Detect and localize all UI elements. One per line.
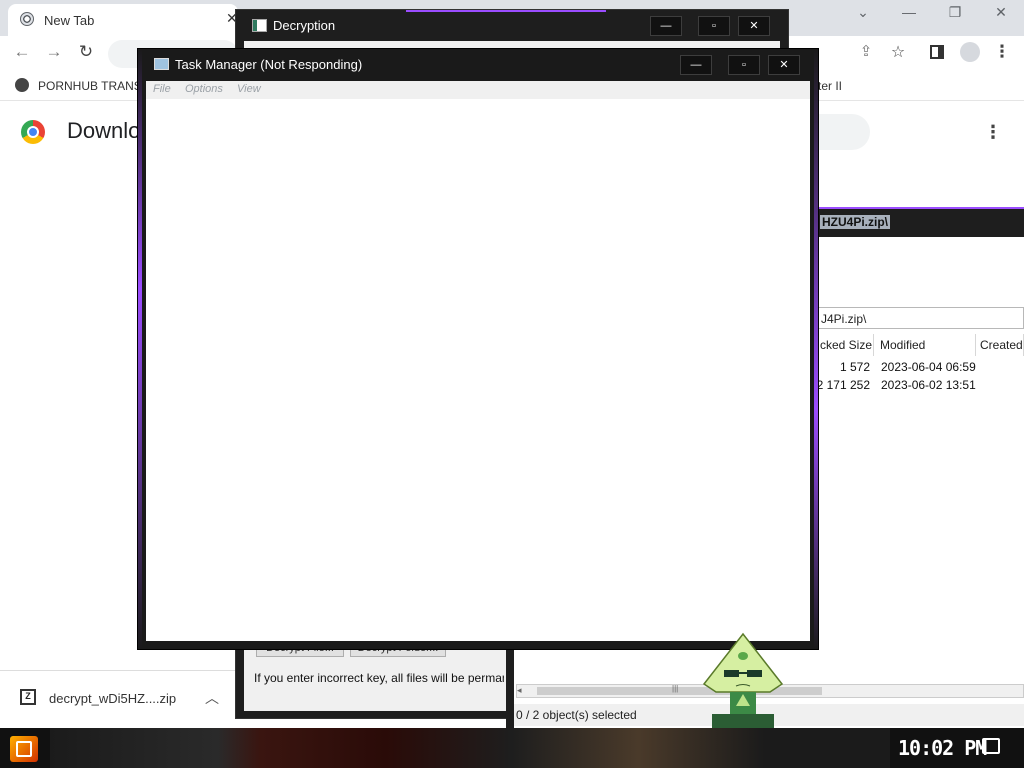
- minimize-button[interactable]: —: [650, 16, 682, 36]
- taskbar-wallpaper: [50, 728, 890, 768]
- bookmark-star-icon[interactable]: ☆: [886, 42, 910, 62]
- incorrect-key-warning: If you enter incorrect key, all files wi…: [254, 671, 504, 685]
- tab-new-tab[interactable]: New Tab ✕: [8, 4, 238, 36]
- tab-title: New Tab: [44, 13, 95, 28]
- scroll-grip: |||: [672, 684, 679, 693]
- packed-size-cell: 1 572: [839, 360, 870, 374]
- page-title: Downlo: [67, 118, 141, 143]
- downloads-search-box[interactable]: [812, 114, 870, 150]
- window-glow-right: [814, 49, 818, 649]
- archive-title: HZU4Pi.zip\: [820, 215, 891, 229]
- profile-avatar-icon[interactable]: [960, 42, 980, 62]
- side-panel-icon[interactable]: [930, 45, 944, 59]
- menu-options[interactable]: Options: [185, 83, 223, 95]
- tab-search-chevron-icon[interactable]: ⌄: [848, 4, 878, 21]
- downloads-menu-icon[interactable]: ⋮: [984, 122, 1002, 143]
- bookmark-favicon-icon: [15, 78, 29, 92]
- app-window-icon: [252, 19, 267, 32]
- chrome-menu-icon[interactable]: ⋮: [990, 42, 1014, 62]
- maximize-button[interactable]: ▫: [698, 16, 730, 36]
- task-manager-title: Task Manager (Not Responding): [175, 57, 363, 72]
- modified-cell: 2023-06-04 06:59: [881, 360, 976, 374]
- menu-view[interactable]: View: [237, 83, 261, 95]
- reload-icon[interactable]: ↻: [74, 42, 98, 62]
- chrome-favicon-icon: [20, 12, 34, 26]
- download-chevron-up-icon[interactable]: ︿: [205, 688, 219, 708]
- column-created[interactable]: Created: [976, 334, 1024, 356]
- modified-cell: 2023-06-02 13:51: [881, 378, 976, 392]
- close-window-icon[interactable]: ✕: [986, 4, 1016, 21]
- table-row[interactable]: 2 171 252 2023-06-02 13:51: [816, 377, 1024, 395]
- bookmark-item-2[interactable]: ter II: [818, 79, 842, 93]
- peridot-character-image: [702, 632, 784, 728]
- minimize-button[interactable]: —: [680, 55, 712, 75]
- minimize-icon[interactable]: —: [894, 4, 924, 20]
- restore-icon[interactable]: ❐: [940, 4, 970, 21]
- forward-arrow-icon[interactable]: →: [42, 42, 66, 62]
- window-glow-left: [138, 49, 142, 649]
- maximize-button[interactable]: ▫: [728, 55, 760, 75]
- download-item-name[interactable]: decrypt_wDi5HZ....zip: [49, 691, 176, 706]
- column-modified[interactable]: Modified: [876, 334, 976, 356]
- close-button[interactable]: ✕: [738, 16, 770, 36]
- notification-icon[interactable]: [982, 738, 1000, 754]
- taskbar-clock[interactable]: 10:02 PM: [898, 736, 987, 760]
- decryption-title: Decryption: [273, 18, 336, 33]
- window-glow: [406, 10, 606, 12]
- task-manager-icon: [154, 58, 169, 70]
- table-row[interactable]: 1 572 2023-06-04 06:59: [816, 359, 1024, 377]
- bookmark-item-1[interactable]: PORNHUB TRANS: [38, 79, 142, 93]
- chrome-logo-icon: [21, 120, 45, 144]
- packed-size-cell: 2 171 252: [816, 378, 870, 392]
- share-icon[interactable]: ⇪: [854, 42, 878, 60]
- zip-file-icon: Z: [20, 689, 36, 705]
- column-packed-size[interactable]: cked Size: [816, 334, 874, 356]
- task-manager-window: Task Manager (Not Responding) — ▫ ✕ File…: [138, 49, 818, 649]
- menu-file[interactable]: File: [153, 83, 171, 95]
- task-manager-content: [146, 99, 810, 641]
- close-button[interactable]: ✕: [768, 55, 800, 75]
- back-arrow-icon[interactable]: ←: [10, 42, 34, 62]
- selection-status: 0 / 2 object(s) selected: [516, 708, 637, 722]
- scroll-left-icon[interactable]: ◂: [517, 685, 522, 696]
- start-button-icon[interactable]: [10, 736, 38, 762]
- archive-path-field[interactable]: J4Pi.zip\: [816, 307, 1024, 329]
